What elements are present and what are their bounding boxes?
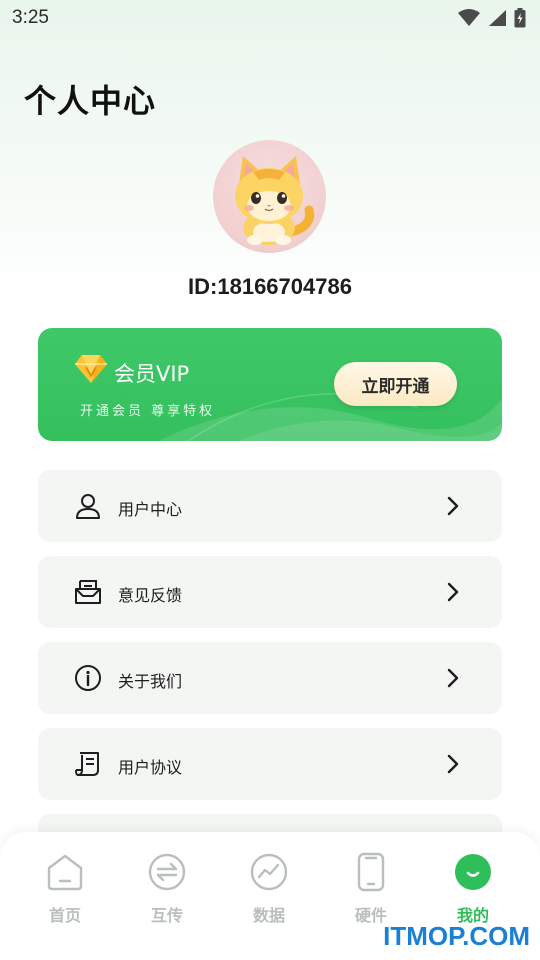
- menu-label: 意见反馈: [118, 586, 183, 605]
- status-bar: 3:25: [0, 0, 540, 36]
- menu-item-user-center[interactable]: 用户中心: [38, 470, 502, 542]
- wifi-icon: [458, 9, 480, 26]
- tab-label: 互传: [150, 906, 183, 925]
- document-icon: [75, 752, 99, 776]
- tab-label: 数据: [252, 906, 285, 925]
- info-icon: [75, 665, 101, 691]
- tab-data[interactable]: 数据: [229, 852, 309, 932]
- user-id: ID:18166704786: [188, 274, 352, 299]
- menu-label: 用户中心: [118, 500, 183, 519]
- tab-home[interactable]: 首页: [25, 852, 105, 932]
- cat-avatar-image: [235, 156, 315, 245]
- transfer-icon: [148, 853, 186, 891]
- profile-icon: [455, 854, 491, 890]
- menu-label: 用户协议: [118, 758, 183, 777]
- user-icon: [76, 494, 100, 519]
- chevron-right-icon: [447, 668, 459, 688]
- chevron-right-icon: [447, 754, 459, 774]
- menu-item-feedback[interactable]: 意见反馈: [38, 556, 502, 628]
- vip-title: 会员VIP: [114, 362, 190, 386]
- watermark: ITMOP.COM: [383, 921, 530, 951]
- avatar[interactable]: [213, 140, 326, 253]
- tab-hardware[interactable]: 硬件: [331, 852, 411, 932]
- phone-icon: [357, 852, 385, 892]
- menu-item-user-agreement[interactable]: 用户协议: [38, 728, 502, 800]
- chart-icon: [250, 853, 288, 891]
- tab-transfer[interactable]: 互传: [127, 852, 207, 932]
- status-icons: [458, 8, 526, 28]
- chevron-right-icon: [447, 582, 459, 602]
- signal-icon: [489, 10, 506, 26]
- vip-subtitle: 开通会员 尊享特权: [80, 404, 216, 419]
- battery-icon: [514, 8, 526, 28]
- home-icon: [47, 854, 83, 891]
- status-time: 3:25: [12, 7, 49, 28]
- page-title: 个人中心: [24, 82, 157, 120]
- chevron-right-icon: [447, 496, 459, 516]
- vip-card[interactable]: 会员VIP 开通会员 尊享特权 立即开通: [38, 328, 502, 441]
- menu-label: 关于我们: [118, 672, 183, 691]
- feedback-icon: [75, 580, 101, 604]
- tab-mine[interactable]: 我的: [433, 852, 513, 932]
- diamond-icon: [75, 355, 107, 383]
- menu-item-about-us[interactable]: 关于我们: [38, 642, 502, 714]
- activate-vip-button[interactable]: 立即开通: [334, 362, 457, 406]
- tab-label: 首页: [48, 906, 81, 925]
